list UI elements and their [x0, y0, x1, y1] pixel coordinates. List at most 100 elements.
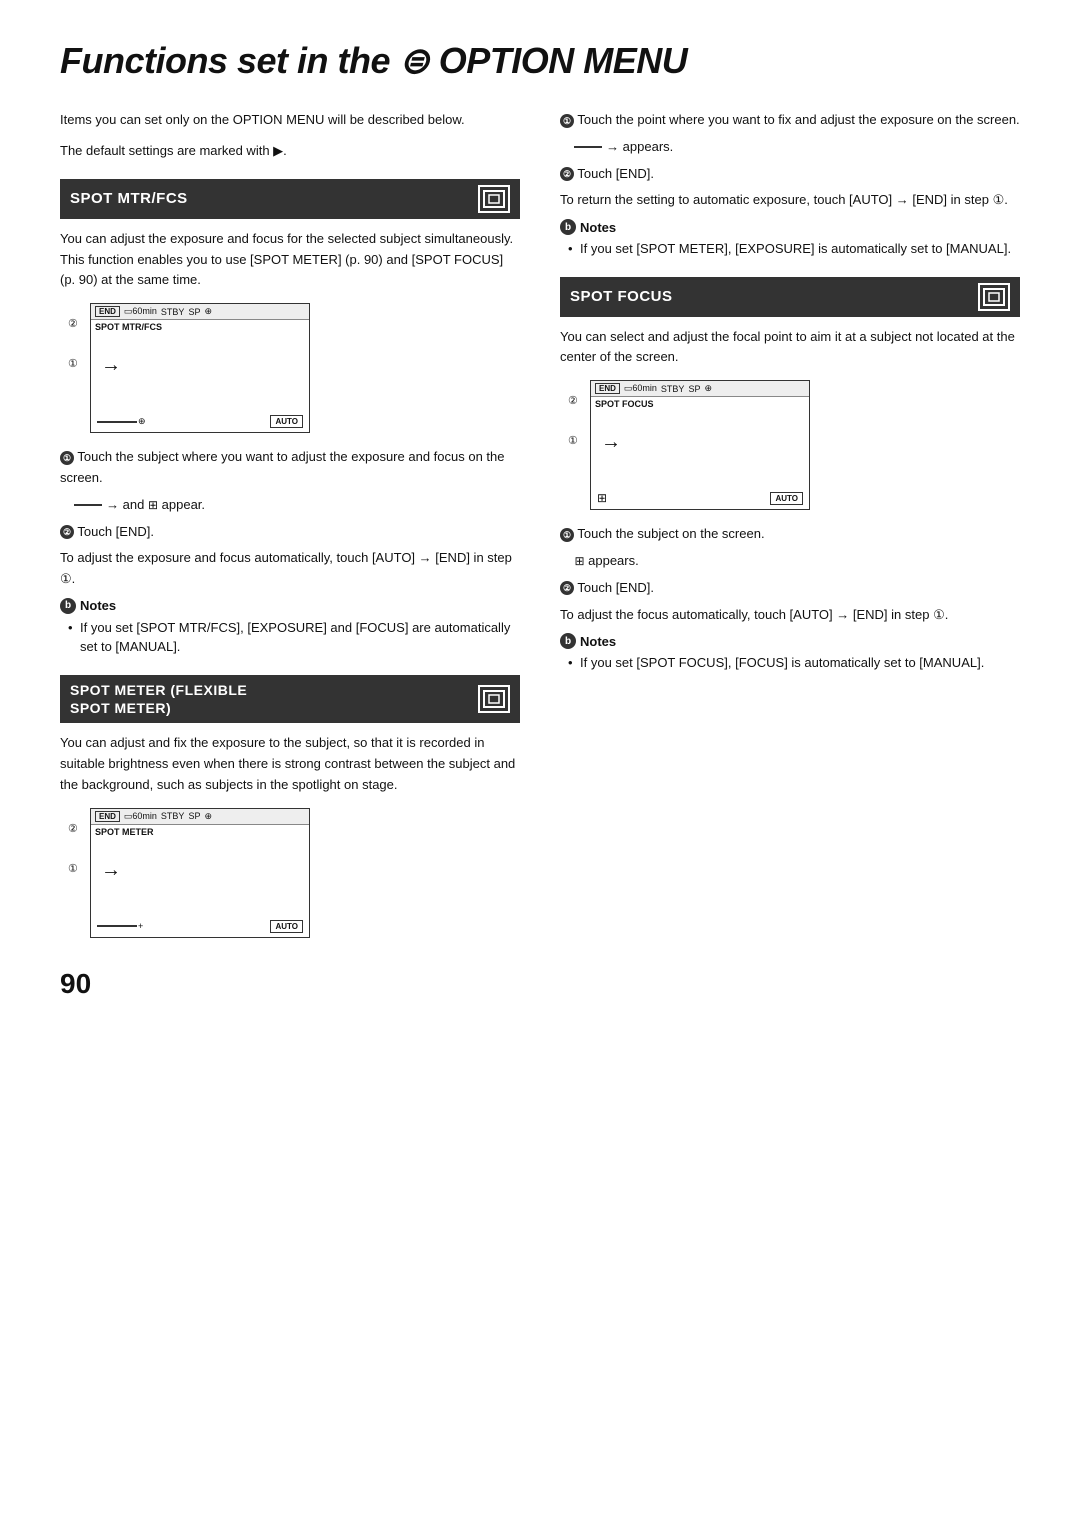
step1-mtr: ① Touch the subject where you want to ad…	[60, 447, 520, 489]
sf-step2: ② Touch [END].	[560, 578, 1020, 599]
cam-topbar-mtr: END ▭60min STBY SP ⊕	[91, 304, 309, 320]
exp-step1: ① Touch the point where you want to fix …	[560, 110, 1020, 131]
spot-meter-icon	[478, 685, 510, 713]
spot-mtr-fcs-title: SPOT MTR/FCS	[70, 190, 188, 207]
cam-screen-mtr: END ▭60min STBY SP ⊕ SPOT MTR/FCS → ⊕	[90, 303, 310, 433]
spot-meter-title: SPOT METER (Flexible spot meter)	[70, 681, 247, 717]
cam-arrow-sm: →	[101, 859, 121, 882]
exposure-steps-section: ① Touch the point where you want to fix …	[560, 110, 1020, 259]
left-column: Items you can set only on the OPTION MEN…	[60, 110, 520, 1000]
sf-notes-list: If you set [SPOT FOCUS], [FOCUS] is auto…	[560, 653, 1020, 673]
notes-label-mtr: Notes	[80, 598, 116, 613]
cam-stby-sm: STBY	[161, 811, 185, 821]
cam-wifi-sm: ⊕	[204, 811, 212, 822]
spot-focus-icon	[978, 283, 1010, 311]
default-note: The default settings are marked with ▶.	[60, 143, 520, 159]
spot-meter-section: SPOT METER (Flexible spot meter) You can…	[60, 675, 520, 938]
cam-label-sf: SPOT FOCUS	[591, 397, 809, 411]
sf-notes-header: b Notes	[560, 633, 1020, 649]
note-icon-mtr: b	[60, 598, 76, 614]
notes-header-mtr: b Notes	[60, 598, 520, 614]
cam-label-2-sm: ②	[68, 822, 78, 835]
cam-wifi-mtr: ⊕	[204, 306, 212, 317]
step1b-mtr: → and ⊞ appear.	[60, 495, 520, 516]
sf-step1: ① Touch the subject on the screen.	[560, 524, 1020, 545]
step1-num-mtr: ①	[60, 451, 74, 465]
spot-mtr-fcs-body: You can adjust the exposure and focus fo…	[60, 229, 520, 291]
cam-label-sm: SPOT METER	[91, 825, 309, 839]
cam-auto-btn-mtr: AUTO	[270, 415, 303, 428]
exp-step2-num: ②	[560, 167, 574, 181]
cam-stby-mtr: STBY	[161, 307, 185, 317]
spot-mtr-fcs-section: SPOT MTR/FCS You can adjust the exposure…	[60, 179, 520, 657]
sf-step1-num: ①	[560, 528, 574, 542]
spot-meter-header: SPOT METER (Flexible spot meter)	[60, 675, 520, 723]
exp-step2: ② Touch [END].	[560, 164, 1020, 185]
exp-notes-list: If you set [SPOT METER], [EXPOSURE] is a…	[560, 239, 1020, 259]
cam-label-mtr: SPOT MTR/FCS	[91, 320, 309, 334]
cam-sp-sf: SP	[688, 384, 700, 394]
cam-sp-mtr: SP	[188, 307, 200, 317]
sf-step1b: ⊞ appears.	[560, 551, 1020, 572]
page-number: 90	[60, 968, 520, 1000]
right-column: ① Touch the point where you want to fix …	[560, 110, 1020, 1000]
cam-auto-btn-sf: AUTO	[770, 492, 803, 505]
cam-bottombar-mtr: ⊕ AUTO	[91, 415, 309, 428]
cam-label-1-sm: ①	[68, 862, 78, 875]
spot-mtr-fcs-icon	[478, 185, 510, 213]
exp-step1-num: ①	[560, 114, 574, 128]
exposure-notes: b Notes If you set [SPOT METER], [EXPOSU…	[560, 219, 1020, 259]
cam-battery-mtr: ▭60min	[124, 306, 157, 317]
sf-note-item-0: If you set [SPOT FOCUS], [FOCUS] is auto…	[568, 653, 1020, 673]
cam-bottombar-sm: + AUTO	[91, 920, 309, 933]
cam-screen-sm: END ▭60min STBY SP ⊕ SPOT METER → +	[90, 808, 310, 938]
step2-mtr: ② Touch [END].	[60, 522, 520, 543]
spot-focus-header: SPOT FOCUS	[560, 277, 1020, 317]
step2-num-mtr: ②	[60, 525, 74, 539]
cam-label-2-sf: ②	[568, 394, 578, 407]
cam-label-1-sf: ①	[568, 434, 578, 447]
cam-sp-sm: SP	[188, 811, 200, 821]
spot-mtr-fcs-header: SPOT MTR/FCS	[60, 179, 520, 219]
exp-notes-header: b Notes	[560, 219, 1020, 235]
cam-label-1-mtr: ①	[68, 357, 78, 370]
cam-slider-mtr: ⊕	[97, 416, 146, 427]
sf-note-icon: b	[560, 633, 576, 649]
title-icon: ⊜	[400, 40, 430, 81]
cam-end-btn-sm: END	[95, 811, 120, 822]
exp-note-icon: b	[560, 219, 576, 235]
sf-step2-num: ②	[560, 581, 574, 595]
cam-wifi-sf: ⊕	[704, 383, 712, 394]
cam-arrow-mtr: →	[101, 354, 121, 377]
cam-arrow-sf: →	[601, 431, 621, 454]
page-title: Functions set in the ⊜ OPTION MENU	[60, 40, 1020, 82]
cam-slider-sf: ⊞	[597, 491, 607, 505]
spot-focus-section: SPOT FOCUS You can select and adjust the…	[560, 277, 1020, 673]
sf-auto-text: To adjust the focus automatically, touch…	[560, 605, 1020, 626]
cam-topbar-sf: END ▭60min STBY SP ⊕	[591, 381, 809, 397]
cam-mockup-spot-focus: ② ① END ▭60min STBY SP ⊕ SPOT FOCUS →	[590, 380, 1020, 510]
cam-slider-sm: +	[97, 921, 143, 931]
spot-focus-body: You can select and adjust the focal poin…	[560, 327, 1020, 369]
notes-list-mtr: If you set [SPOT MTR/FCS], [EXPOSURE] an…	[60, 618, 520, 657]
cam-battery-sf: ▭60min	[624, 383, 657, 394]
exp-note-item-0: If you set [SPOT METER], [EXPOSURE] is a…	[568, 239, 1020, 259]
cam-battery-sm: ▭60min	[124, 811, 157, 822]
sf-notes: b Notes If you set [SPOT FOCUS], [FOCUS]…	[560, 633, 1020, 673]
exp-notes-label: Notes	[580, 220, 616, 235]
note-item-mtr-0: If you set [SPOT MTR/FCS], [EXPOSURE] an…	[68, 618, 520, 657]
cam-screen-sf: END ▭60min STBY SP ⊕ SPOT FOCUS → ⊞	[590, 380, 810, 510]
cam-auto-btn-sm: AUTO	[270, 920, 303, 933]
cam-mockup-spot-mtr-fcs: ② ① END ▭60min STBY SP ⊕ SPOT MTR/FCS →	[90, 303, 520, 433]
auto-text-mtr: To adjust the exposure and focus automat…	[60, 548, 520, 590]
spot-meter-body: You can adjust and fix the exposure to t…	[60, 733, 520, 795]
exp-step1b: → appears.	[560, 137, 1020, 158]
exp-auto-text: To return the setting to automatic expos…	[560, 190, 1020, 211]
intro-text: Items you can set only on the OPTION MEN…	[60, 110, 520, 131]
spot-focus-title: SPOT FOCUS	[570, 288, 673, 305]
cam-bottombar-sf: ⊞ AUTO	[591, 491, 809, 505]
cam-topbar-sm: END ▭60min STBY SP ⊕	[91, 809, 309, 825]
cam-stby-sf: STBY	[661, 384, 685, 394]
cam-end-btn-sf: END	[595, 383, 620, 394]
cam-mockup-spot-meter: ② ① END ▭60min STBY SP ⊕ SPOT METER →	[90, 808, 520, 938]
